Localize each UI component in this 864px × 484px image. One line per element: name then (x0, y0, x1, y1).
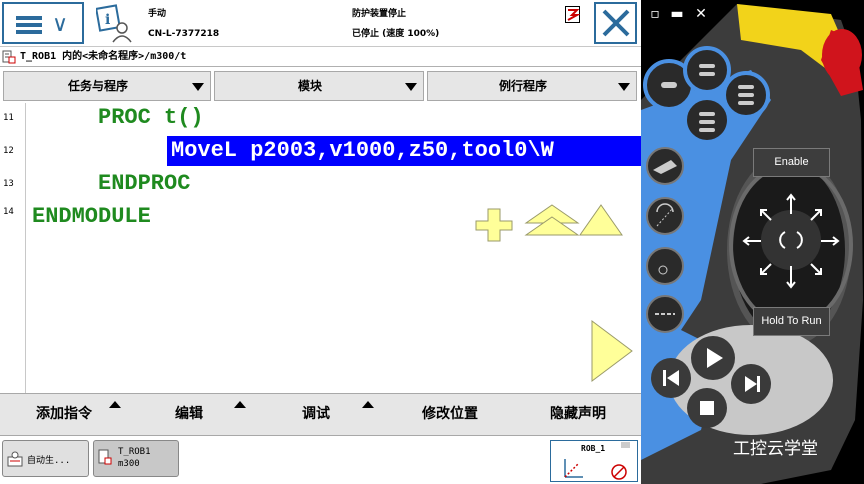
enable-button[interactable]: Enable (753, 148, 830, 177)
status-left[interactable]: 手动 CN-L-7377218 (148, 4, 338, 44)
flexpendant-screen: ∨ i 手动 CN-L-7377218 防护装置停止 已停止 (速度 100%) (0, 0, 641, 484)
status-right[interactable]: 防护装置停止 已停止 (速度 100%) (352, 4, 552, 44)
command-label: 隐藏声明 (550, 406, 606, 422)
program-tabs: 任务与程序 模块 例行程序 (0, 70, 641, 102)
task-sublabel: m300 (118, 459, 140, 469)
menu-up-arrow-icon (362, 401, 374, 408)
line-number: 11 (3, 113, 14, 123)
plus-icon[interactable] (475, 208, 513, 242)
program-editor-icon (98, 449, 112, 465)
menu-up-arrow-icon (109, 401, 121, 408)
debug-button[interactable]: 调试 (255, 394, 377, 436)
controller-name: CN-L-7377218 (148, 29, 220, 39)
code-line[interactable]: PROC t() (98, 103, 204, 133)
command-label: 添加指令 (36, 406, 92, 422)
menu-up-arrow-icon (234, 401, 246, 408)
taskbar: 自动生... T_ROB1 m300 (0, 437, 641, 484)
top-status-bar: ∨ i 手动 CN-L-7377218 防护装置停止 已停止 (速度 100%) (0, 0, 641, 47)
quickset-robot-button[interactable]: ROB_1 (550, 440, 638, 482)
svg-text:i: i (105, 12, 110, 28)
code-line-selected[interactable]: MoveL p2003,v1000,z50,tool0\W (167, 136, 641, 166)
close-window-icon[interactable]: ✕ (693, 6, 709, 22)
add-instruction-button[interactable]: 添加指令 (3, 394, 125, 436)
event-log-icon[interactable]: i (96, 4, 134, 44)
program-path-bar: T_ROB1 内的<未命名程序>/m300/t (0, 48, 641, 67)
pendant-hardware: ▫ ▬ ✕ Enable Hold To Run 工控云学堂 (641, 0, 864, 484)
tab-label: 模块 (297, 79, 322, 93)
tab-tasks-programs[interactable]: 任务与程序 (3, 71, 211, 101)
code-line[interactable]: ENDPROC (98, 169, 190, 199)
chevron-down-icon: ∨ (52, 12, 69, 37)
jog-overlay (475, 204, 633, 382)
close-icon (602, 9, 630, 37)
operation-mode: 手动 (148, 9, 167, 19)
command-label: 修改位置 (422, 406, 478, 422)
hide-declarations-button[interactable]: 隐藏声明 (515, 394, 641, 436)
code-line[interactable]: ENDMODULE (32, 202, 151, 232)
tab-label: 例行程序 (498, 79, 547, 93)
task-label: 自动生... (27, 456, 71, 466)
task-label: T_ROB1 (118, 447, 151, 457)
minimize-icon[interactable]: ▬ (669, 6, 685, 22)
command-label: 编辑 (175, 406, 203, 422)
line-number: 14 (3, 207, 14, 217)
dropdown-arrow-icon (618, 83, 630, 91)
menu-icon (16, 16, 42, 34)
line-number: 12 (3, 146, 14, 156)
task-auto-production[interactable]: 自动生... (2, 440, 89, 477)
dropdown-arrow-icon (405, 83, 417, 91)
scroll-up-double-icon[interactable] (524, 204, 580, 236)
restore-icon[interactable]: ▫ (647, 6, 663, 22)
tab-label: 任务与程序 (67, 79, 128, 93)
tab-routines[interactable]: 例行程序 (427, 71, 637, 101)
hold-to-run-button[interactable]: Hold To Run (753, 307, 830, 336)
safety-state: 防护装置停止 (352, 9, 407, 19)
dropdown-arrow-icon (192, 83, 204, 91)
scroll-up-icon[interactable] (579, 204, 623, 236)
motors-state-icon (565, 6, 580, 23)
close-button[interactable] (594, 2, 637, 44)
command-bar: 添加指令 编辑 调试 修改位置 隐藏声明 (0, 393, 641, 436)
program-path: T_ROB1 内的<未命名程序>/m300/t (20, 51, 187, 62)
line-number-gutter: 11 12 13 14 (0, 103, 26, 393)
auto-production-icon (7, 451, 23, 467)
modify-position-button[interactable]: 修改位置 (385, 394, 515, 436)
program-icon (2, 50, 16, 64)
run-state: 已停止 (速度 100%) (352, 29, 440, 39)
line-number: 13 (3, 179, 14, 189)
programmable-key-2[interactable] (683, 46, 731, 94)
tab-modules[interactable]: 模块 (214, 71, 424, 101)
pendant-body (641, 4, 863, 484)
watermark: 工控云学堂 (733, 439, 818, 459)
robot-jog-status-icon (564, 442, 630, 480)
task-program-editor[interactable]: T_ROB1 m300 (93, 440, 179, 477)
command-label: 调试 (302, 406, 330, 422)
code-editor[interactable]: 11 12 13 14 PROC t() MoveL p2003,v1000,z… (0, 103, 641, 393)
edit-button[interactable]: 编辑 (128, 394, 250, 436)
abb-menu-button[interactable]: ∨ (2, 2, 84, 44)
scroll-right-icon[interactable] (591, 320, 633, 382)
